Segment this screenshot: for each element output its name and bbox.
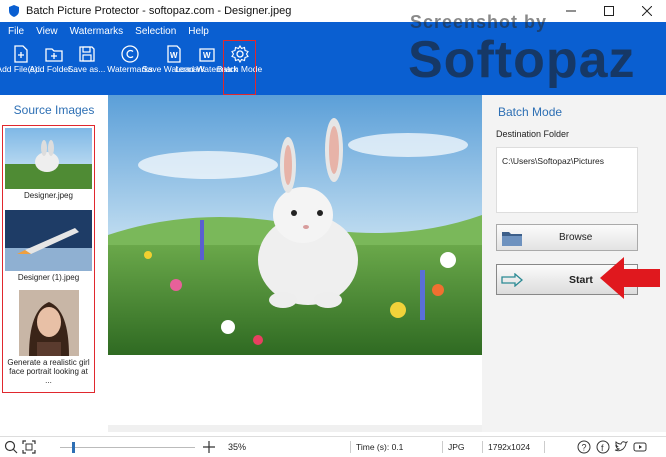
add-folder-button[interactable]: Add Folder...: [29, 40, 78, 95]
thumbnail-item[interactable]: Generate a realistic girl face portrait …: [5, 290, 92, 385]
title-bar: Batch Picture Protector - softopaz.com -…: [0, 0, 666, 22]
start-arrow-icon: [501, 272, 523, 287]
thumbnail-portrait-image: [18, 290, 79, 356]
batch-mode-label: Batch Mode: [216, 64, 263, 74]
zoom-slider[interactable]: [60, 442, 195, 453]
status-divider: [544, 441, 545, 453]
status-divider: [442, 441, 443, 453]
close-icon: [642, 6, 652, 16]
folder-icon: [502, 231, 522, 246]
load-watermark-icon: W: [198, 48, 215, 62]
start-label: Start: [569, 273, 593, 286]
zoom-in-icon[interactable]: [202, 440, 216, 454]
preview-image: [108, 95, 482, 355]
fit-to-window-icon[interactable]: [22, 440, 36, 454]
add-folder-icon: [44, 48, 63, 62]
svg-text:f: f: [601, 443, 604, 453]
window-controls: [552, 0, 666, 22]
maximize-icon: [604, 6, 614, 16]
source-images-header: Source Images: [13, 103, 95, 117]
batch-mode-button[interactable]: Batch Mode: [217, 40, 262, 95]
twitter-icon[interactable]: [614, 440, 628, 454]
image-format: JPG: [448, 442, 465, 452]
menu-selection[interactable]: Selection: [135, 26, 176, 37]
svg-text:?: ?: [582, 443, 587, 453]
destination-folder-label: Destination Folder: [496, 129, 570, 139]
gear-icon: [230, 44, 249, 64]
window-title: Batch Picture Protector - softopaz.com -…: [26, 5, 292, 17]
zoom-percent: 35%: [228, 442, 247, 452]
browse-label: Browse: [559, 232, 593, 243]
status-bar: 35% Time (s): 0.1 JPG 1792x1024 ? f: [0, 436, 666, 457]
youtube-icon[interactable]: [633, 440, 647, 454]
zoom-out-icon[interactable]: [4, 440, 18, 454]
thumbnail-caption: Designer.jpeg: [24, 191, 73, 200]
save-icon: [78, 46, 95, 62]
source-images-panel: Source Images Designer.jpeg Designer (1)…: [0, 95, 108, 432]
facebook-icon[interactable]: f: [596, 440, 610, 454]
menu-help[interactable]: Help: [188, 26, 209, 37]
thumbnail-caption: Designer (1).jpeg: [17, 273, 80, 282]
thumbnail-caption: Generate a realistic girl face portrait …: [7, 358, 90, 385]
status-divider: [350, 441, 351, 453]
svg-text:W: W: [170, 51, 178, 60]
copyright-icon: [121, 45, 139, 63]
browse-button[interactable]: Browse: [496, 224, 638, 251]
minimize-icon: [566, 10, 576, 12]
menu-view[interactable]: View: [36, 26, 58, 37]
close-button[interactable]: [628, 0, 666, 22]
thumbnail-rocket-image: [5, 210, 92, 271]
help-icon[interactable]: ?: [577, 440, 591, 454]
status-divider: [482, 441, 483, 453]
add-file-icon: [13, 45, 28, 63]
image-dimensions: 1792x1024: [488, 442, 531, 452]
menu-watermarks[interactable]: Watermarks: [70, 26, 124, 37]
zoom-slider-thumb[interactable]: [72, 442, 75, 453]
watermark-brand: Softopaz: [408, 31, 636, 89]
red-pointer-arrow-icon: [600, 257, 660, 299]
thumbnail-item[interactable]: Designer.jpeg: [5, 128, 92, 200]
save-watermark-icon: W: [166, 45, 181, 63]
time-label: Time (s): 0.1: [356, 442, 404, 452]
horizontal-scrollbar[interactable]: [108, 425, 482, 432]
thumbnail-list[interactable]: Designer.jpeg Designer (1).jpeg Generate…: [2, 125, 95, 393]
batch-mode-panel: Batch Mode Destination Folder C:\Users\S…: [482, 95, 666, 432]
destination-path: C:\Users\Softopaz\Pictures: [502, 156, 605, 166]
app-shield-icon: [9, 5, 19, 17]
thumbnail-rabbit-image: [5, 128, 92, 189]
minimize-button[interactable]: [552, 0, 590, 22]
maximize-button[interactable]: [590, 0, 628, 22]
svg-text:W: W: [203, 51, 211, 60]
thumbnail-item[interactable]: Designer (1).jpeg: [5, 210, 92, 282]
save-as-label: Save as...: [67, 64, 106, 74]
image-viewer[interactable]: [108, 95, 482, 432]
destination-folder-field[interactable]: C:\Users\Softopaz\Pictures: [496, 147, 638, 213]
menu-file[interactable]: File: [8, 26, 24, 37]
save-as-button[interactable]: Save as...: [67, 40, 106, 95]
batch-mode-header: Batch Mode: [498, 105, 563, 119]
